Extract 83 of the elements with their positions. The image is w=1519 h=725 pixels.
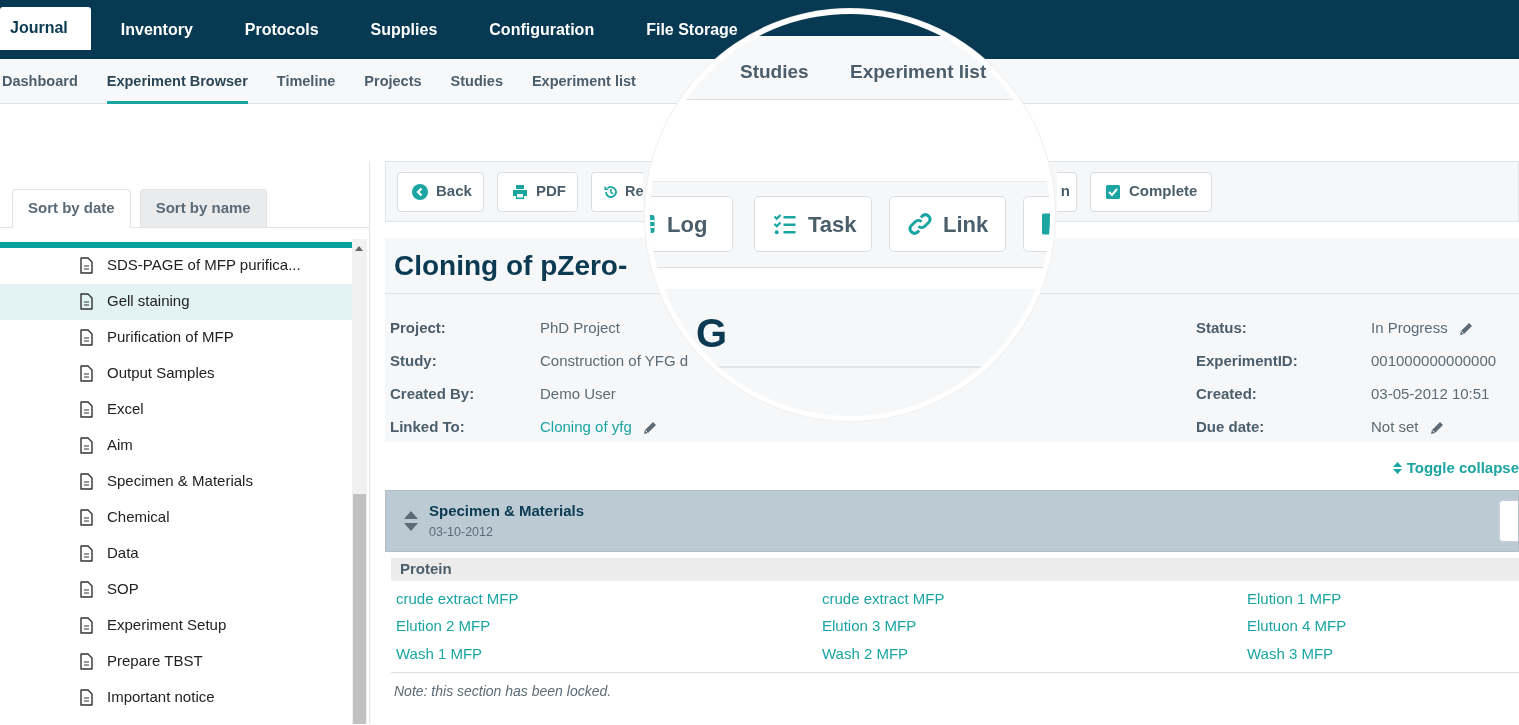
tree-item[interactable]: Specimen & Materials bbox=[107, 470, 253, 493]
field-label: Created By: bbox=[390, 384, 476, 405]
document-icon bbox=[80, 689, 93, 706]
toolbar-button[interactable]: Link bbox=[889, 196, 1006, 252]
tree-item[interactable]: Output Samples bbox=[107, 362, 215, 385]
group-header: Protein bbox=[391, 558, 1519, 581]
nav-tab[interactable]: Timeline bbox=[276, 59, 336, 104]
expand-button[interactable] bbox=[1499, 500, 1518, 542]
nav-tab[interactable]: Dashboard bbox=[2, 59, 78, 104]
field-label: Project: bbox=[390, 318, 447, 339]
field-value: 03-05-2012 10:51 bbox=[1371, 384, 1490, 405]
document-icon bbox=[80, 653, 93, 670]
nav-tab[interactable]: Configuration bbox=[489, 22, 595, 38]
field-label: Due date: bbox=[1196, 417, 1266, 438]
toolbar-button[interactable]: Complete bbox=[1090, 171, 1213, 212]
document-icon bbox=[80, 257, 93, 274]
tree-item[interactable]: Data bbox=[107, 542, 139, 565]
toolbar-button[interactable]: PDF bbox=[497, 171, 578, 212]
field-value: In Progress bbox=[1371, 318, 1448, 339]
sort-tab[interactable]: Sort by name bbox=[139, 189, 267, 227]
nav-tab[interactable]: Protocols bbox=[244, 22, 319, 38]
tree-item[interactable]: Experiment Setup bbox=[107, 614, 227, 637]
history-icon bbox=[603, 183, 619, 200]
toolbar-button[interactable]: n bbox=[1057, 171, 1077, 212]
nav-tab[interactable]: Studies bbox=[740, 58, 809, 87]
tree-item[interactable]: Important notice bbox=[107, 686, 215, 709]
nav-tab[interactable]: Journal bbox=[0, 7, 91, 50]
tree-item[interactable]: Excel bbox=[107, 398, 144, 421]
scroll-up-icon bbox=[355, 246, 363, 251]
tree-item[interactable]: SOP bbox=[107, 578, 139, 601]
document-icon bbox=[80, 293, 93, 310]
field-label: ExperimentID: bbox=[1196, 351, 1299, 372]
document-icon bbox=[80, 437, 93, 454]
field-value: PhD Project bbox=[540, 318, 621, 339]
tree-item[interactable]: Chemical bbox=[107, 506, 170, 529]
nav-tab[interactable]: Experiment list bbox=[531, 59, 636, 104]
field-label: Status: bbox=[1196, 318, 1248, 339]
toolbar-button[interactable]: Task bbox=[754, 196, 872, 252]
sort-icon bbox=[1392, 462, 1402, 474]
tree-item[interactable]: Aim bbox=[107, 434, 133, 457]
section-title: Specimen & Materials bbox=[429, 501, 585, 522]
nav-tab[interactable]: Experiment Browser bbox=[106, 59, 248, 104]
printer-icon bbox=[512, 183, 528, 200]
document-icon bbox=[80, 401, 93, 418]
link-icon bbox=[908, 212, 932, 236]
field-value: Construction of YFG d bbox=[540, 351, 689, 372]
toolbar-button[interactable]: Re bbox=[591, 171, 643, 212]
page-title: Cloning of pZero- bbox=[394, 248, 628, 283]
scroll-thumb[interactable] bbox=[353, 494, 366, 724]
field-value: 001000000000000 bbox=[1371, 351, 1497, 372]
nav-tab[interactable]: Inventory bbox=[120, 22, 193, 38]
document-icon bbox=[80, 329, 93, 346]
toolbar-button[interactable]: Back bbox=[397, 171, 484, 212]
back-icon bbox=[412, 183, 428, 200]
tree-item[interactable]: SDS-PAGE of MFP purifica... bbox=[107, 254, 301, 277]
nav-tab[interactable]: Projects bbox=[364, 59, 422, 104]
field-value: Not set bbox=[1371, 417, 1419, 438]
scrollbar[interactable] bbox=[352, 239, 367, 724]
field-label: Created: bbox=[1196, 384, 1258, 405]
document-icon bbox=[80, 473, 93, 490]
sort-tab[interactable]: Sort by date bbox=[12, 189, 131, 228]
nav-tab[interactable]: File Storage bbox=[646, 22, 738, 38]
note-text: Note: this section has been locked. bbox=[394, 682, 612, 699]
sort-icon bbox=[404, 511, 418, 531]
document-icon bbox=[80, 581, 93, 598]
tree-item[interactable]: Prepare TBST bbox=[107, 650, 203, 673]
document-icon bbox=[80, 617, 93, 634]
tree-item[interactable]: Purification of MFP bbox=[107, 326, 234, 349]
field-label: Linked To: bbox=[390, 417, 466, 438]
toolbar-button[interactable]: Log bbox=[650, 196, 733, 252]
field-value: Demo User bbox=[540, 384, 616, 405]
document-icon bbox=[80, 545, 93, 562]
tree-item[interactable]: Gell staining bbox=[107, 290, 190, 313]
checklist-icon bbox=[773, 212, 797, 236]
field-label: Study: bbox=[390, 351, 438, 372]
nav-tab[interactable]: Supplies bbox=[370, 22, 438, 38]
checkbox-icon bbox=[1105, 183, 1121, 200]
nav-tab[interactable]: Studies bbox=[450, 59, 503, 104]
nav-tab[interactable]: Experiment list bbox=[850, 58, 987, 87]
title-fragment: G bbox=[696, 310, 728, 357]
document-icon bbox=[80, 365, 93, 382]
section-date: 03-10-2012 bbox=[429, 523, 494, 541]
document-icon bbox=[80, 509, 93, 526]
